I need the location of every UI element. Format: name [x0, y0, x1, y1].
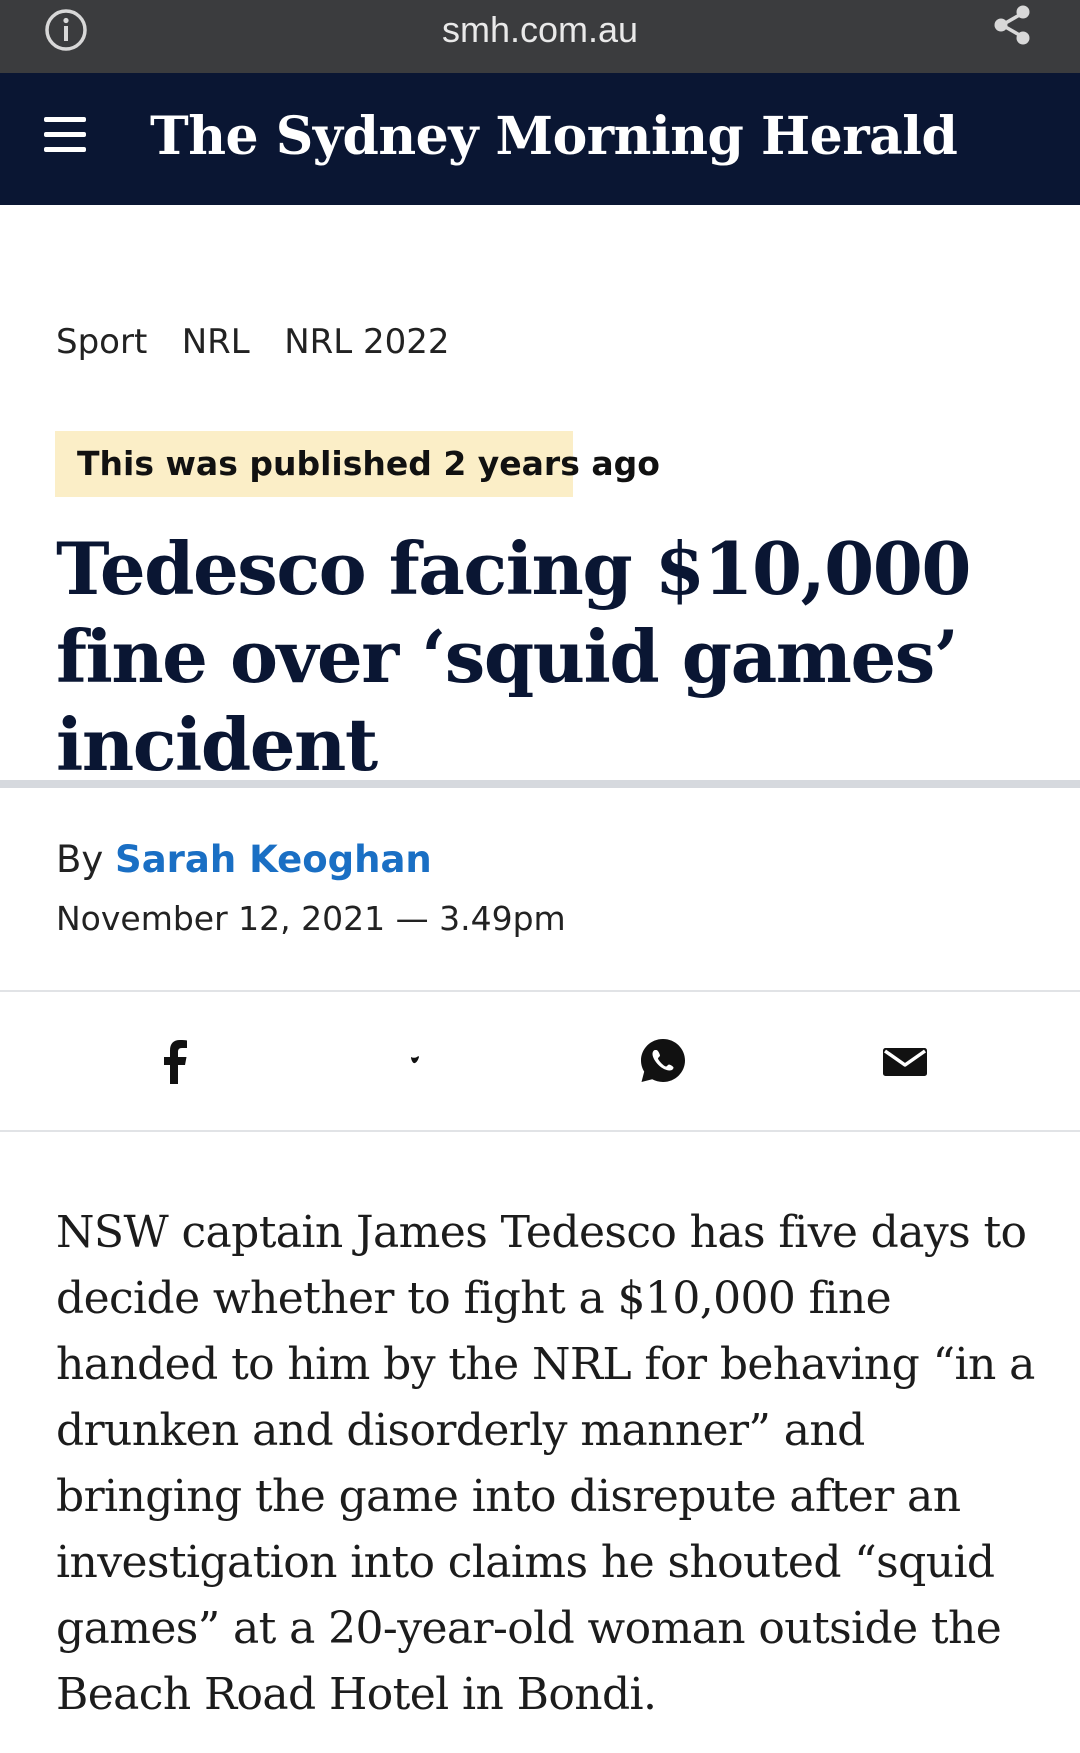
- article-headline: Tedesco facing $10,000 fine over ‘squid …: [56, 526, 971, 787]
- publish-date: November 12, 2021 — 3.49pm: [56, 899, 566, 938]
- site-logo[interactable]: The Sydney Morning Herald: [150, 97, 958, 177]
- url-text[interactable]: smh.com.au: [0, 8, 1080, 52]
- browser-url-bar: smh.com.au: [0, 0, 1080, 73]
- breadcrumb: Sport NRL NRL 2022: [56, 320, 480, 364]
- whatsapp-icon[interactable]: [628, 1026, 698, 1096]
- share-bar: [0, 992, 1080, 1130]
- divider: [0, 780, 1080, 788]
- twitter-icon[interactable]: [382, 1026, 452, 1096]
- breadcrumb-nrl[interactable]: NRL: [182, 320, 250, 364]
- published-notice: This was published 2 years ago: [55, 431, 660, 497]
- byline-prefix: By: [56, 838, 104, 881]
- share-icon[interactable]: [990, 2, 1036, 48]
- published-notice-text: This was published 2 years ago: [77, 444, 660, 483]
- breadcrumb-sport[interactable]: Sport: [56, 320, 147, 364]
- hamburger-menu-icon[interactable]: [40, 109, 92, 161]
- divider: [0, 1130, 1080, 1132]
- article-body-paragraph: NSW captain James Tedesco has five days …: [56, 1207, 1035, 1720]
- masthead: The Sydney Morning Herald: [0, 73, 1080, 205]
- facebook-icon[interactable]: [140, 1026, 210, 1096]
- byline: By Sarah Keoghan: [56, 835, 432, 885]
- author-link[interactable]: Sarah Keoghan: [115, 838, 432, 881]
- breadcrumb-nrl-2022[interactable]: NRL 2022: [284, 320, 449, 364]
- email-icon[interactable]: [870, 1026, 940, 1096]
